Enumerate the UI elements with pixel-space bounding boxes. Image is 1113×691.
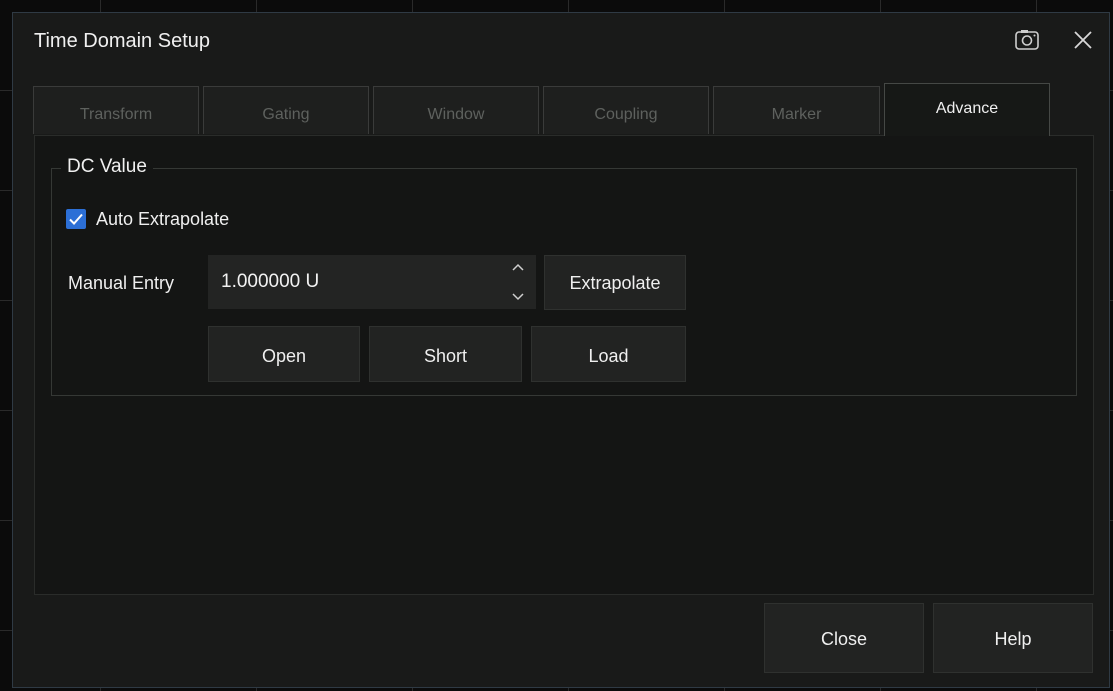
dc-value-group: DC Value Auto Extrapolate Manual Entry 1… bbox=[51, 156, 1077, 396]
close-button[interactable]: Close bbox=[764, 603, 924, 673]
manual-entry-label: Manual Entry bbox=[68, 273, 175, 293]
dialog-title: Time Domain Setup bbox=[34, 30, 210, 52]
checkbox-checked-icon bbox=[66, 209, 86, 229]
camera-icon[interactable] bbox=[1013, 27, 1043, 53]
dialog-titlebar: Time Domain Setup bbox=[13, 13, 1109, 71]
manual-entry-value[interactable]: 1.000000 U bbox=[221, 271, 319, 293]
tab-gating[interactable]: Gating bbox=[203, 86, 369, 134]
chevron-up-icon[interactable] bbox=[510, 260, 526, 276]
help-button[interactable]: Help bbox=[933, 603, 1093, 673]
time-domain-setup-dialog: Time Domain Setup Transform Gating Windo… bbox=[12, 12, 1110, 688]
tab-marker[interactable]: Marker bbox=[713, 86, 880, 134]
open-button[interactable]: Open bbox=[208, 326, 360, 382]
auto-extrapolate-label: Auto Extrapolate bbox=[96, 209, 230, 229]
tab-transform[interactable]: Transform bbox=[33, 86, 199, 134]
dc-value-legend: DC Value bbox=[61, 156, 153, 178]
tab-bar: Transform Gating Window Coupling Marker … bbox=[33, 83, 1093, 138]
advance-tab-panel: DC Value Auto Extrapolate Manual Entry 1… bbox=[34, 135, 1094, 595]
extrapolate-button[interactable]: Extrapolate bbox=[544, 255, 686, 310]
short-button[interactable]: Short bbox=[369, 326, 522, 382]
tab-window[interactable]: Window bbox=[373, 86, 539, 134]
tab-advance[interactable]: Advance bbox=[884, 83, 1050, 136]
close-icon[interactable] bbox=[1070, 27, 1096, 53]
manual-entry-spinbox[interactable]: 1.000000 U bbox=[208, 255, 536, 309]
chevron-down-icon[interactable] bbox=[510, 288, 526, 304]
tab-coupling[interactable]: Coupling bbox=[543, 86, 709, 134]
load-button[interactable]: Load bbox=[531, 326, 686, 382]
